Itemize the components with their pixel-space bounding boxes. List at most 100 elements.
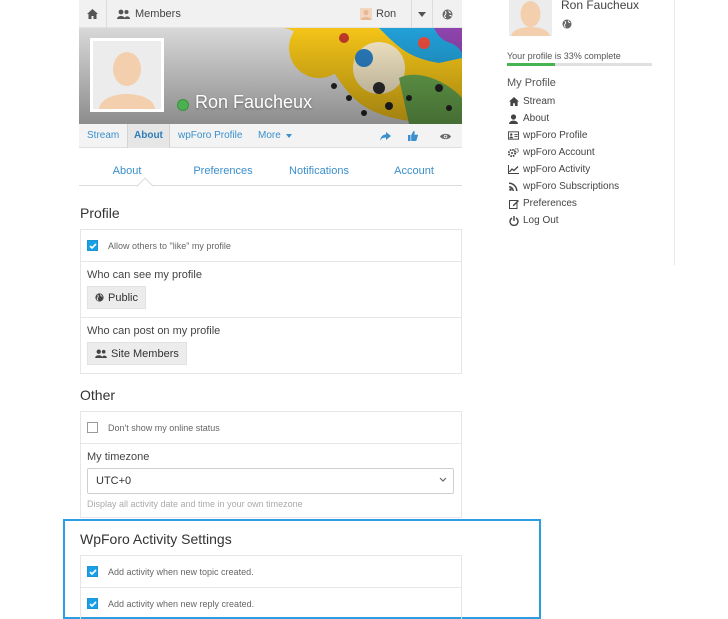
new-reply-row: Add activity when new reply created. bbox=[80, 588, 462, 619]
thumbs-up-icon bbox=[408, 131, 418, 141]
who-see-label: Who can see my profile bbox=[87, 269, 202, 281]
profile-display-name: Ron Faucheux bbox=[195, 92, 313, 112]
section-title-profile: Profile bbox=[80, 205, 120, 221]
sidebar-item-stream[interactable]: Stream bbox=[508, 93, 619, 110]
tab-account[interactable]: Account bbox=[394, 165, 434, 177]
profile-nav: Stream About wpForo Profile More bbox=[79, 124, 462, 148]
tab-about[interactable]: About bbox=[113, 165, 142, 177]
user-mini-avatar bbox=[360, 8, 372, 20]
online-status-row: Don't show my online status bbox=[80, 412, 462, 444]
new-reply-checkbox[interactable] bbox=[87, 598, 98, 609]
profile-tab-stream[interactable]: Stream bbox=[81, 124, 125, 148]
share-button[interactable] bbox=[371, 124, 399, 148]
profile-tab-more[interactable]: More bbox=[252, 124, 298, 148]
user-menu[interactable]: Ron bbox=[351, 0, 411, 28]
rss-icon bbox=[508, 181, 519, 192]
who-post-value: Site Members bbox=[111, 347, 179, 360]
new-topic-label: Add activity when new topic created. bbox=[108, 566, 254, 577]
allow-like-checkbox[interactable] bbox=[87, 240, 98, 251]
tab-preferences[interactable]: Preferences bbox=[193, 165, 252, 177]
new-topic-checkbox[interactable] bbox=[87, 566, 98, 577]
line-chart-icon bbox=[508, 164, 519, 175]
sidebar-item-wpforo-profile[interactable]: wpForo Profile bbox=[508, 127, 619, 144]
new-topic-row: Add activity when new topic created. bbox=[80, 556, 462, 588]
cogs-icon bbox=[508, 147, 519, 158]
sidebar-item-about[interactable]: About bbox=[508, 110, 619, 127]
user-label: Ron bbox=[376, 8, 397, 20]
sidebar-menu: Stream About wpForo Profile wpForo Accou… bbox=[508, 93, 619, 229]
check-icon bbox=[88, 242, 97, 249]
privacy-globe-button[interactable] bbox=[433, 0, 462, 28]
sidebar-divider bbox=[674, 0, 675, 265]
who-post-row: Who can post on my profile Site Members bbox=[80, 318, 462, 374]
online-status-checkbox[interactable] bbox=[87, 422, 98, 433]
allow-like-label: Allow others to "like" my profile bbox=[108, 240, 231, 251]
timezone-row: My timezone UTC+0 Display all activity d… bbox=[80, 444, 462, 518]
members-link[interactable]: Members bbox=[117, 0, 181, 28]
edit-icon bbox=[508, 198, 519, 209]
sidebar-item-wpforo-subscriptions[interactable]: wpForo Subscriptions bbox=[508, 178, 619, 195]
sidebar-item-label: wpForo Profile bbox=[523, 130, 588, 141]
tab-notifications[interactable]: Notifications bbox=[289, 165, 349, 177]
id-card-icon bbox=[508, 130, 519, 141]
sidebar-privacy-globe bbox=[562, 19, 572, 29]
check-icon bbox=[88, 600, 97, 607]
sidebar-item-label: Stream bbox=[523, 96, 556, 107]
privacy-public-button[interactable]: Public bbox=[87, 286, 146, 309]
sidebar-item-label: About bbox=[523, 113, 550, 124]
sidebar-item-wpforo-account[interactable]: wpForo Account bbox=[508, 144, 619, 161]
home-button[interactable] bbox=[79, 0, 107, 28]
allow-like-row: Allow others to "like" my profile bbox=[80, 230, 462, 262]
globe-icon bbox=[95, 293, 104, 302]
sidebar-item-log-out[interactable]: Log Out bbox=[508, 212, 619, 229]
sidebar-item-label: wpForo Account bbox=[523, 147, 595, 158]
online-status-label: Don't show my online status bbox=[108, 422, 220, 433]
section-title-wpforo: WpForo Activity Settings bbox=[80, 531, 232, 547]
profile-tab-about[interactable]: About bbox=[127, 124, 170, 148]
sidebar-item-label: wpForo Activity bbox=[523, 164, 591, 175]
who-post-label: Who can post on my profile bbox=[87, 325, 221, 337]
sidebar-user-name[interactable]: Ron Faucheux bbox=[561, 0, 639, 12]
power-icon bbox=[508, 215, 519, 226]
caret-down-icon bbox=[285, 134, 292, 138]
profile-cover: Ron Faucheux bbox=[79, 28, 462, 124]
like-button[interactable] bbox=[399, 124, 427, 148]
globe-icon bbox=[562, 19, 572, 29]
sidebar-item-preferences[interactable]: Preferences bbox=[508, 195, 619, 212]
new-reply-label: Add activity when new reply created. bbox=[108, 598, 255, 609]
sidebar-item-label: Log Out bbox=[523, 215, 559, 226]
caret-down-icon bbox=[418, 11, 426, 17]
top-navbar: Members Ron bbox=[79, 0, 462, 28]
sidebar-avatar[interactable] bbox=[509, 0, 552, 36]
profile-progress-text: Your profile is 33% complete bbox=[507, 51, 621, 61]
sidebar-item-wpforo-activity[interactable]: wpForo Activity bbox=[508, 161, 619, 178]
privacy-members-button[interactable]: Site Members bbox=[87, 342, 187, 365]
follow-button[interactable] bbox=[431, 124, 459, 148]
timezone-label: My timezone bbox=[87, 451, 150, 463]
sidebar-item-label: wpForo Subscriptions bbox=[523, 181, 620, 192]
profile-progress-bar bbox=[507, 63, 652, 66]
eye-icon bbox=[439, 133, 451, 139]
user-dropdown-button[interactable] bbox=[411, 0, 433, 28]
profile-avatar[interactable] bbox=[90, 38, 164, 112]
timezone-value: UTC+0 bbox=[96, 475, 132, 487]
online-status-dot bbox=[177, 99, 189, 111]
home-icon bbox=[508, 96, 519, 107]
check-icon bbox=[88, 568, 97, 575]
members-label: Members bbox=[135, 8, 181, 20]
who-see-value: Public bbox=[108, 291, 138, 304]
user-icon bbox=[508, 113, 519, 124]
timezone-select[interactable]: UTC+0 bbox=[87, 468, 454, 494]
users-icon bbox=[95, 349, 107, 358]
sidebar-item-label: Preferences bbox=[523, 198, 577, 209]
share-icon bbox=[379, 131, 391, 141]
profile-tab-wpforo-profile[interactable]: wpForo Profile bbox=[172, 124, 248, 148]
home-icon bbox=[87, 9, 98, 19]
chevron-down-icon bbox=[439, 477, 447, 482]
profile-progress-fill bbox=[507, 63, 555, 66]
who-see-row: Who can see my profile Public bbox=[80, 262, 462, 318]
more-label: More bbox=[258, 130, 281, 141]
globe-icon bbox=[442, 9, 453, 19]
section-title-other: Other bbox=[80, 387, 116, 403]
users-icon bbox=[117, 9, 130, 19]
